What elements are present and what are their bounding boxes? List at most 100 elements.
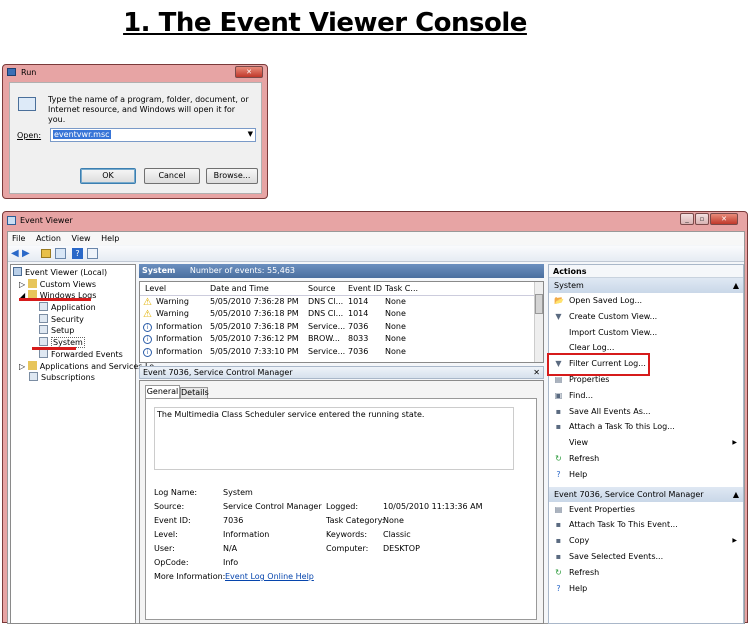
table-row[interactable]: Information 5/05/2010 7:36:18 PM Service..… xyxy=(140,321,543,333)
help-icon[interactable]: ? xyxy=(72,248,83,259)
action-label: Open Saved Log... xyxy=(569,296,643,305)
back-icon[interactable]: ◀ xyxy=(11,248,19,259)
action-item[interactable]: Import Custom View... xyxy=(549,325,743,341)
col-date[interactable]: Date and Time xyxy=(210,282,269,296)
open-input[interactable]: eventvwr.msc xyxy=(53,130,111,139)
log-name: System xyxy=(142,266,176,275)
prop-more-label: More Information: xyxy=(154,572,226,581)
action-pane-icon[interactable] xyxy=(87,248,98,259)
show-hide-tree-icon[interactable] xyxy=(55,248,66,259)
tree-custom-views[interactable]: ▷ Custom Views xyxy=(13,278,135,291)
action-item[interactable]: ▪ Copy ▶ xyxy=(549,533,743,549)
action-label: Refresh xyxy=(569,453,600,463)
prop-logged: 10/05/2010 11:13:36 AM xyxy=(383,502,483,511)
close-icon[interactable]: ✕ xyxy=(533,367,540,379)
chevron-down-icon[interactable]: ▼ xyxy=(248,130,253,138)
table-row[interactable]: Information 5/05/2010 7:33:10 PM Service..… xyxy=(140,346,543,358)
table-row[interactable]: Information 5/05/2010 7:36:12 PM BROW... 80… xyxy=(140,333,543,345)
page-heading: 1. The Event Viewer Console xyxy=(123,8,527,38)
refresh-icon: ↻ xyxy=(555,453,562,463)
tree-setup[interactable]: Setup xyxy=(13,325,135,337)
open-combobox[interactable]: eventvwr.msc ▼ xyxy=(50,128,256,142)
action-item[interactable]: ▪ Attach Task To This Event... xyxy=(549,517,743,533)
action-item[interactable]: ▼ Create Custom View... xyxy=(549,309,743,325)
action-item[interactable]: ▣ Find... xyxy=(549,388,743,404)
ok-button[interactable]: OK xyxy=(80,168,136,184)
close-button[interactable]: ✕ xyxy=(710,213,738,225)
action-item[interactable]: View ▶ xyxy=(549,435,743,451)
tab-details[interactable]: Details xyxy=(180,387,209,398)
tree-forwarded-events[interactable]: Forwarded Events xyxy=(13,348,135,361)
log-icon xyxy=(39,313,48,323)
tab-general[interactable]: General xyxy=(145,385,180,398)
action-item[interactable]: ▪ Save All Events As... xyxy=(549,404,743,420)
col-level[interactable]: Level xyxy=(145,282,166,296)
info-icon: i xyxy=(143,322,152,332)
close-button[interactable]: ✕ xyxy=(235,66,263,78)
actions-section-system[interactable]: System ▲ xyxy=(549,278,743,293)
tree-security[interactable]: Security xyxy=(13,313,135,326)
col-task[interactable]: Task C... xyxy=(385,282,418,296)
open-label: Open: xyxy=(17,131,42,140)
tree-application[interactable]: Application xyxy=(13,302,135,314)
prop-event-id: 7036 xyxy=(223,516,244,525)
menu-help[interactable]: Help xyxy=(101,234,119,243)
action-item[interactable]: ? Help xyxy=(549,581,743,597)
action-item[interactable]: ▪ Save Selected Events... xyxy=(549,549,743,565)
action-label: Create Custom View... xyxy=(569,311,658,321)
col-source[interactable]: Source xyxy=(308,282,335,296)
maximize-button[interactable]: ▫ xyxy=(695,213,709,225)
col-event-id[interactable]: Event ID xyxy=(348,282,382,296)
table-row[interactable]: Warning 5/05/2010 7:36:18 PM DNS Cl... 1014… xyxy=(140,308,543,320)
action-item[interactable]: ↻ Refresh xyxy=(549,565,743,581)
minimize-button[interactable]: _ xyxy=(680,213,694,225)
cell: 1014 xyxy=(348,297,369,306)
log-icon xyxy=(39,325,48,335)
menu-action[interactable]: Action xyxy=(36,234,61,243)
prop-task-label: Task Category: xyxy=(326,516,385,525)
up-folder-icon[interactable] xyxy=(41,249,51,258)
forward-icon[interactable]: ▶ xyxy=(22,248,30,259)
actions-section-event[interactable]: Event 7036, Service Control Manager ▲ xyxy=(549,486,743,502)
run-icon xyxy=(7,68,16,76)
event-message-box[interactable]: The Multimedia Class Scheduler service e… xyxy=(154,407,514,470)
action-item[interactable]: ↻ Refresh xyxy=(549,451,743,467)
cell: Warning xyxy=(156,297,189,306)
cell: Information xyxy=(156,334,203,344)
menu-view[interactable]: View xyxy=(72,234,91,243)
table-row[interactable]: Warning 5/05/2010 7:36:28 PM DNS Cl... 1014… xyxy=(140,296,543,308)
table-body: Warning 5/05/2010 7:36:28 PM DNS Cl... 1014… xyxy=(140,296,543,358)
task-icon: ▪ xyxy=(555,520,562,530)
prop-task: None xyxy=(383,516,404,525)
action-item[interactable]: ▤ Event Properties xyxy=(549,502,743,518)
properties-icon: ▤ xyxy=(554,374,563,384)
vertical-scrollbar[interactable] xyxy=(534,282,543,362)
navigation-tree: Event Viewer (Local) ▷ Custom Views ◢ Wi… xyxy=(10,264,154,624)
tree-subscriptions[interactable]: Subscriptions xyxy=(13,372,135,384)
prop-level: Information xyxy=(223,530,270,539)
log-icon xyxy=(39,302,48,312)
tree-root[interactable]: Event Viewer (Local) xyxy=(13,267,135,279)
run-description: Type the name of a program, folder, docu… xyxy=(48,95,249,124)
collapse-icon[interactable]: ▲ xyxy=(733,278,739,293)
action-item[interactable]: ? Help xyxy=(549,467,743,483)
action-label: Import Custom View... xyxy=(569,327,658,337)
online-help-link[interactable]: Event Log Online Help xyxy=(225,572,314,581)
cell: Warning xyxy=(156,309,189,319)
menu-file[interactable]: File xyxy=(12,234,25,243)
cancel-button[interactable]: Cancel xyxy=(144,168,200,184)
event-viewer-window: Event Viewer _ ▫ ✕ File Action View Help… xyxy=(2,211,748,624)
action-item[interactable]: 📂 Open Saved Log... xyxy=(549,293,743,309)
prop-log-name-label: Log Name: xyxy=(154,488,198,497)
log-icon xyxy=(39,337,48,347)
detail-header: Event 7036, Service Control Manager ✕ xyxy=(139,366,544,379)
prop-level-label: Level: xyxy=(154,530,178,539)
browse-button[interactable]: Browse... xyxy=(206,168,258,184)
action-item[interactable]: ▪ Attach a Task To this Log... xyxy=(549,419,743,435)
annotation-underline-system xyxy=(32,347,76,350)
actions-pane: Actions System ▲ 📂 Open Saved Log... ▼ Creat… xyxy=(548,264,744,624)
prop-logged-label: Logged: xyxy=(326,502,359,511)
tree-apps-services[interactable]: ▷ Applications and Services Lo xyxy=(13,360,154,373)
collapse-icon[interactable]: ▲ xyxy=(733,487,739,502)
action-label: Help xyxy=(569,469,588,479)
